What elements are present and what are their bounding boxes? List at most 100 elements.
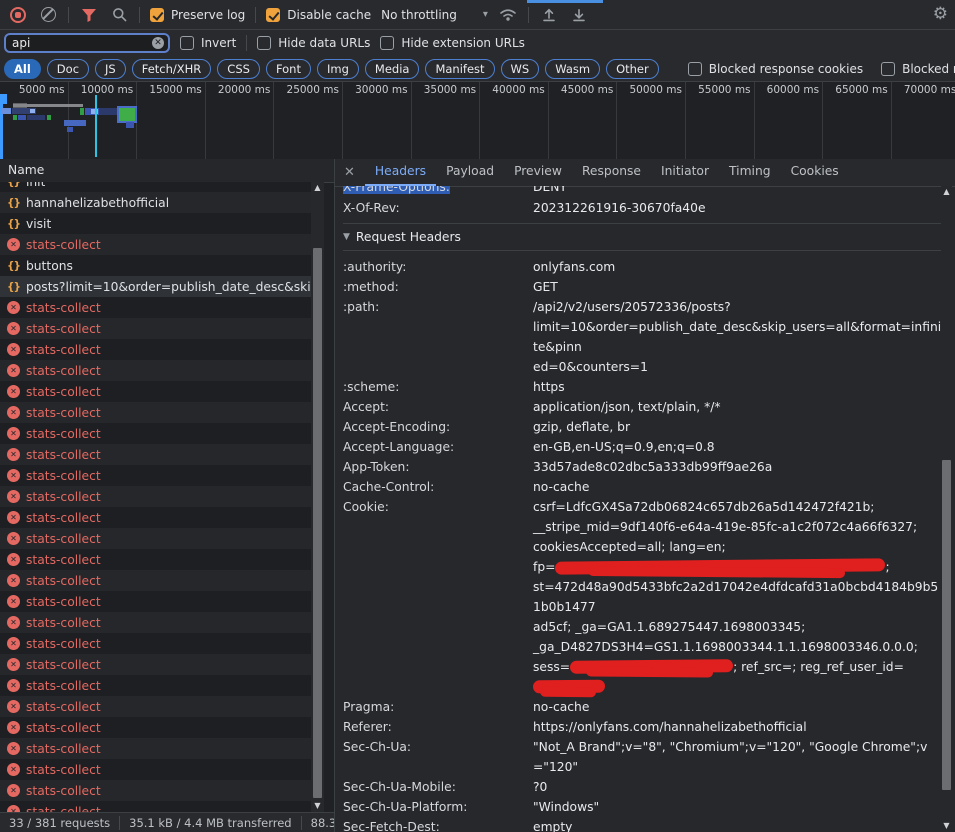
header-row-sec-ch-ua-platform: Sec-Ch-Ua-Platform:"Windows" (343, 797, 944, 817)
hide-extension-urls-checkbox[interactable]: Hide extension URLs (380, 36, 525, 50)
filter-pill-doc[interactable]: Doc (47, 59, 89, 79)
scroll-down-icon[interactable]: ▼ (311, 800, 324, 812)
close-icon[interactable]: ✕ (335, 165, 365, 180)
requests-scrollbar[interactable]: ▲ ▼ (311, 182, 324, 812)
settings-gear-icon[interactable]: ⚙ (933, 4, 948, 24)
scroll-up-icon[interactable]: ▲ (311, 182, 324, 194)
filter-pill-manifest[interactable]: Manifest (425, 59, 494, 79)
overview-grid-cell: 50000 ms (617, 82, 686, 159)
waterfall-bar (95, 95, 97, 157)
filter-pill-all[interactable]: All (4, 59, 41, 79)
checkbox-label: Blocked requests (902, 62, 955, 76)
request-row-stats-collect[interactable]: ✕stats-collect (0, 696, 312, 717)
throttling-select[interactable]: No throttling ▾ (381, 8, 488, 22)
details-scrollbar[interactable]: ▲ ▼ (941, 186, 952, 832)
scrollbar-thumb[interactable] (313, 248, 322, 798)
tab-cookies[interactable]: Cookies (781, 159, 849, 186)
value-text: empty (533, 820, 572, 832)
filter-pill-fetch-xhr[interactable]: Fetch/XHR (132, 59, 212, 79)
header-name: Cookie: (343, 497, 533, 697)
request-row-stats-collect[interactable]: ✕stats-collect (0, 591, 312, 612)
header-value-line: ad5cf; _ga=GA1.1.689275447.1698003345; (533, 617, 944, 637)
header-value-line: fp=; (533, 557, 944, 577)
request-row-stats-collect[interactable]: ✕stats-collect (0, 612, 312, 633)
request-row-stats-collect[interactable]: ✕stats-collect (0, 402, 312, 423)
request-row-stats-collect[interactable]: ✕stats-collect (0, 486, 312, 507)
header-name: Referer: (343, 717, 533, 737)
filter-pill-wasm[interactable]: Wasm (545, 59, 600, 79)
filter-input[interactable] (6, 36, 142, 50)
tab-headers[interactable]: Headers (365, 159, 436, 186)
hide-data-urls-checkbox[interactable]: Hide data URLs (257, 36, 370, 50)
blocked-requests-checkbox[interactable]: Blocked requests (881, 62, 955, 76)
search-button[interactable] (109, 5, 129, 25)
request-row-stats-collect[interactable]: ✕stats-collect (0, 675, 312, 696)
filter-pill-media[interactable]: Media (365, 59, 420, 79)
request-row-init[interactable]: {}init (0, 182, 312, 192)
disable-cache-checkbox[interactable]: Disable cache (266, 8, 371, 22)
export-har-button[interactable] (569, 5, 589, 25)
request-row-visit[interactable]: {}visit (0, 213, 312, 234)
request-name: stats-collect (26, 742, 101, 756)
filter-pill-css[interactable]: CSS (217, 59, 260, 79)
request-row-stats-collect[interactable]: ✕stats-collect (0, 759, 312, 780)
clear-filter-icon[interactable]: ✕ (152, 37, 164, 49)
scroll-up-icon[interactable]: ▲ (941, 186, 952, 198)
request-row-stats-collect[interactable]: ✕stats-collect (0, 738, 312, 759)
preserve-log-checkbox[interactable]: Preserve log (150, 8, 245, 22)
overview-grid-cell: 5000 ms (0, 82, 69, 159)
value-text: https://onlyfans.com/hannahelizabethoffi… (533, 720, 807, 734)
request-row-stats-collect[interactable]: ✕stats-collect (0, 654, 312, 675)
record-button[interactable] (8, 5, 28, 25)
request-headers-section-toggle[interactable]: ▼ Request Headers (343, 223, 944, 251)
header-name: App-Token: (343, 457, 533, 477)
invert-checkbox[interactable]: Invert (180, 36, 236, 50)
request-row-stats-collect[interactable]: ✕stats-collect (0, 234, 312, 255)
request-row-stats-collect[interactable]: ✕stats-collect (0, 717, 312, 738)
request-row-buttons[interactable]: {}buttons (0, 255, 312, 276)
request-row-hannahelizabethofficial[interactable]: {}hannahelizabethofficial (0, 192, 312, 213)
network-overview[interactable]: 5000 ms10000 ms15000 ms20000 ms25000 ms3… (0, 82, 955, 160)
filter-pill-other[interactable]: Other (606, 59, 659, 79)
search-icon (112, 7, 127, 22)
import-har-button[interactable] (539, 5, 559, 25)
tab-preview[interactable]: Preview (504, 159, 572, 186)
filter-pill-ws[interactable]: WS (501, 59, 540, 79)
error-icon: ✕ (7, 637, 20, 650)
request-row-stats-collect[interactable]: ✕stats-collect (0, 381, 312, 402)
request-row-stats-collect[interactable]: ✕stats-collect (0, 780, 312, 801)
value-text: ad5cf; _ga=GA1.1.689275447.1698003345; (533, 620, 805, 634)
request-row-stats-collect[interactable]: ✕stats-collect (0, 528, 312, 549)
network-conditions-button[interactable] (498, 5, 518, 25)
hide-extension-urls-label: Hide extension URLs (401, 36, 525, 50)
clear-button[interactable] (38, 5, 58, 25)
request-row-posts-limit-10-order-publish-d[interactable]: {}posts?limit=10&order=publish_date_desc… (0, 276, 312, 297)
request-row-stats-collect[interactable]: ✕stats-collect (0, 339, 312, 360)
tab-response[interactable]: Response (572, 159, 651, 186)
scrollbar-thumb[interactable] (942, 460, 951, 790)
scroll-down-icon[interactable]: ▼ (941, 820, 952, 832)
request-row-stats-collect[interactable]: ✕stats-collect (0, 633, 312, 654)
upload-icon (541, 7, 557, 23)
request-row-stats-collect[interactable]: ✕stats-collect (0, 507, 312, 528)
request-row-stats-collect[interactable]: ✕stats-collect (0, 570, 312, 591)
tab-timing[interactable]: Timing (719, 159, 781, 186)
filter-pill-font[interactable]: Font (266, 59, 311, 79)
request-row-stats-collect[interactable]: ✕stats-collect (0, 297, 312, 318)
filter-toggle-button[interactable] (79, 5, 99, 25)
request-row-stats-collect[interactable]: ✕stats-collect (0, 801, 312, 812)
request-row-stats-collect[interactable]: ✕stats-collect (0, 465, 312, 486)
filter-pill-img[interactable]: Img (317, 59, 359, 79)
request-row-stats-collect[interactable]: ✕stats-collect (0, 444, 312, 465)
tab-payload[interactable]: Payload (436, 159, 504, 186)
blocked-response-cookies-checkbox[interactable]: Blocked response cookies (688, 62, 863, 76)
error-icon: ✕ (7, 658, 20, 671)
request-row-stats-collect[interactable]: ✕stats-collect (0, 318, 312, 339)
request-row-stats-collect[interactable]: ✕stats-collect (0, 549, 312, 570)
filter-pill-js[interactable]: JS (95, 59, 126, 79)
request-row-stats-collect[interactable]: ✕stats-collect (0, 423, 312, 444)
tab-initiator[interactable]: Initiator (651, 159, 719, 186)
request-row-stats-collect[interactable]: ✕stats-collect (0, 360, 312, 381)
name-column-header[interactable]: Name (0, 159, 334, 183)
value-text: sess= (533, 660, 570, 674)
